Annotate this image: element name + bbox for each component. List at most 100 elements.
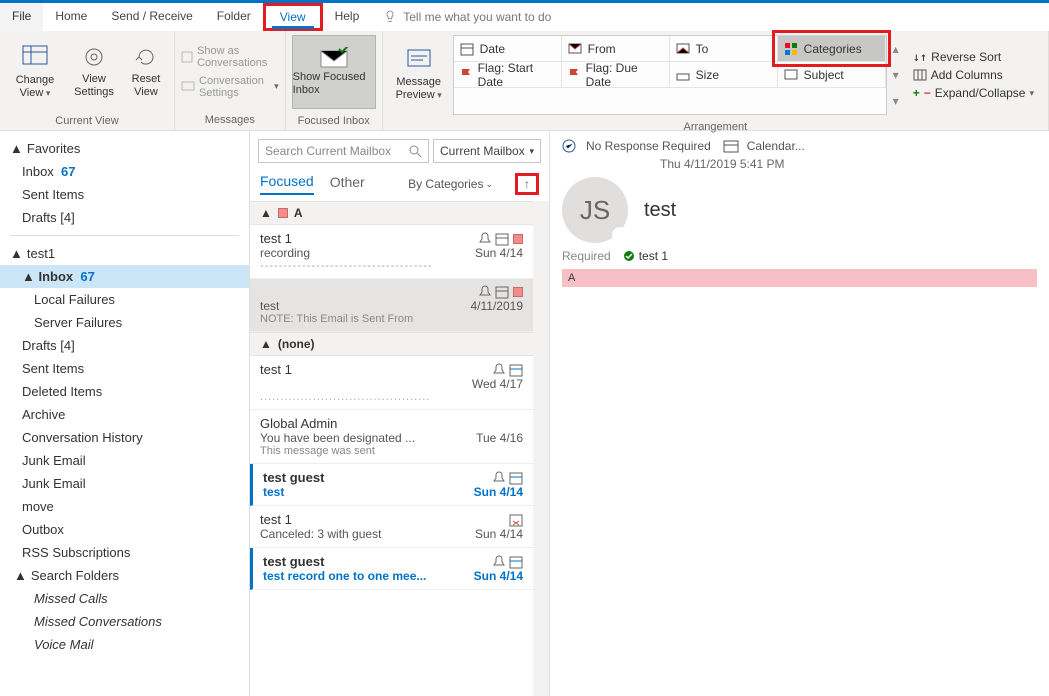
tab-other[interactable]: Other xyxy=(330,174,365,194)
arrange-by-to[interactable]: To xyxy=(670,36,778,62)
account-header[interactable]: ▲ test1 xyxy=(0,242,249,265)
arrange-by-size[interactable]: Size xyxy=(670,62,778,88)
nav-local-failures[interactable]: Local Failures xyxy=(0,288,249,311)
add-columns-button[interactable]: Add Columns xyxy=(913,68,1034,82)
menu-view[interactable]: View xyxy=(272,8,314,29)
ribbon-group-focused-inbox: Show Focused Inbox Focused Inbox xyxy=(286,31,383,130)
message-datetime: Thu 4/11/2019 5:41 PM xyxy=(660,157,1037,171)
arrange-by-flag-due[interactable]: Flag: Due Date xyxy=(562,62,670,88)
tab-focused[interactable]: Focused xyxy=(260,173,314,195)
menu-send-receive[interactable]: Send / Receive xyxy=(99,3,204,31)
ribbon-group-current-view: Change View View Settings Reset View Cur… xyxy=(0,31,175,130)
search-icon xyxy=(408,144,422,158)
nav-archive[interactable]: Archive xyxy=(0,403,249,426)
no-response-icon xyxy=(562,139,578,153)
menu-file[interactable]: File xyxy=(0,3,43,31)
check-circle-icon xyxy=(623,250,635,262)
arrange-by-categories[interactable]: Categories xyxy=(778,36,886,62)
message-list[interactable]: ▲ Atest 1recordingSun 4/14--------------… xyxy=(250,201,533,696)
highlight-view-tab: View xyxy=(263,3,323,31)
nav-favorite-sent[interactable]: Sent Items xyxy=(0,183,249,206)
menu-help[interactable]: Help xyxy=(323,3,372,31)
ribbon-group-messages: Show as Conversations Conversation Setti… xyxy=(175,31,286,130)
message-item[interactable]: Global AdminYou have been designated ...… xyxy=(250,410,533,464)
nav-conversation-history[interactable]: Conversation History xyxy=(0,426,249,449)
nav-server-failures[interactable]: Server Failures xyxy=(0,311,249,334)
settings-icon xyxy=(82,45,106,69)
sort-direction-button[interactable]: ↑ xyxy=(524,177,530,191)
nav-missed-calls[interactable]: Missed Calls xyxy=(0,587,249,610)
message-preview-button[interactable]: Message Preview xyxy=(389,38,449,112)
view-settings-button[interactable]: View Settings xyxy=(68,35,120,109)
date-icon xyxy=(460,42,474,56)
conv-settings-icon xyxy=(181,81,195,93)
nav-favorite-inbox[interactable]: Inbox 67 xyxy=(0,160,249,183)
arrange-by-date[interactable]: Date xyxy=(454,36,562,62)
favorites-header[interactable]: ▲ Favorites xyxy=(0,137,249,160)
folder-nav: ▲ Favorites Inbox 67 Sent Items Drafts [… xyxy=(0,131,250,696)
message-item[interactable]: test 1Canceled: 3 with guestSun 4/14 xyxy=(250,506,533,548)
reading-pane: No Response Required Calendar... Thu 4/1… xyxy=(550,131,1049,696)
menubar: File Home Send / Receive Folder View Hel… xyxy=(0,3,1049,31)
nav-outbox[interactable]: Outbox xyxy=(0,518,249,541)
message-item[interactable]: test4/11/2019NOTE: This Email is Sent Fr… xyxy=(250,279,533,332)
search-input[interactable]: Search Current Mailbox xyxy=(258,139,429,163)
sort-by-dropdown[interactable]: By Categories ⌄ xyxy=(408,177,493,191)
calendar-link[interactable]: Calendar... xyxy=(747,139,805,153)
category-group-header[interactable]: ▲ (none) xyxy=(250,332,533,356)
arrange-by-flag-start[interactable]: Flag: Start Date xyxy=(454,62,562,88)
nav-sent-items[interactable]: Sent Items xyxy=(0,357,249,380)
menu-folder[interactable]: Folder xyxy=(205,3,263,31)
search-folders-header[interactable]: ▲ Search Folders xyxy=(0,564,249,587)
arrange-by-subject[interactable]: Subject xyxy=(778,62,886,88)
size-icon xyxy=(676,69,690,81)
content-area: ▲ Favorites Inbox 67 Sent Items Drafts [… xyxy=(0,131,1049,696)
expand-collapse-button[interactable]: +− Expand/Collapse xyxy=(913,86,1034,100)
message-list-scrollbar[interactable] xyxy=(533,201,549,696)
message-item[interactable]: test 1Wed 4/17..........................… xyxy=(250,356,533,410)
nav-junk-email-2[interactable]: Junk Email xyxy=(0,472,249,495)
nav-move[interactable]: move xyxy=(0,495,249,518)
message-item[interactable]: test 1recordingSun 4/14-----------------… xyxy=(250,225,533,279)
conversation-settings-button: Conversation Settings xyxy=(181,75,279,99)
tell-me-search[interactable]: Tell me what you want to do xyxy=(371,3,563,31)
required-attendee[interactable]: test 1 xyxy=(623,249,668,263)
flag-icon xyxy=(568,68,580,82)
columns-icon xyxy=(913,69,927,81)
reverse-sort-button[interactable]: ↓↑Reverse Sort xyxy=(913,50,1034,64)
nav-favorite-drafts[interactable]: Drafts [4] xyxy=(0,206,249,229)
nav-drafts[interactable]: Drafts [4] xyxy=(0,334,249,357)
group-label-focused: Focused Inbox xyxy=(286,113,382,131)
message-item[interactable]: test guesttest record one to one mee...S… xyxy=(250,548,533,590)
gallery-scroll[interactable]: ▴▾▾ xyxy=(891,36,901,114)
lightbulb-icon xyxy=(383,10,397,24)
nav-missed-conversations[interactable]: Missed Conversations xyxy=(0,610,249,633)
nav-rss[interactable]: RSS Subscriptions xyxy=(0,541,249,564)
reset-view-button[interactable]: Reset View xyxy=(124,35,168,109)
search-scope-dropdown[interactable]: Current Mailbox▾ xyxy=(433,139,541,163)
arrange-by-from[interactable]: From xyxy=(562,36,670,62)
required-label: Required xyxy=(562,249,611,263)
ribbon: Change View View Settings Reset View Cur… xyxy=(0,31,1049,131)
show-focused-inbox-button[interactable]: Show Focused Inbox xyxy=(292,35,376,109)
category-group-header[interactable]: ▲ A xyxy=(250,201,533,225)
nav-inbox[interactable]: ▲ Inbox 67 xyxy=(0,265,249,288)
categories-icon xyxy=(784,42,798,56)
nav-deleted-items[interactable]: Deleted Items xyxy=(0,380,249,403)
no-response-label: No Response Required xyxy=(586,139,711,153)
from-icon xyxy=(568,43,582,55)
arrangement-gallery[interactable]: Date From To Categories Flag: Start Date… xyxy=(453,35,887,115)
to-icon xyxy=(676,43,690,55)
message-item[interactable]: test guesttestSun 4/14 xyxy=(250,464,533,506)
subject-icon xyxy=(784,69,798,81)
change-view-button[interactable]: Change View xyxy=(6,35,64,109)
presence-indicator xyxy=(612,227,628,243)
highlight-sort-direction: ↑ xyxy=(515,173,539,195)
menu-home[interactable]: Home xyxy=(43,3,99,31)
nav-voice-mail[interactable]: Voice Mail xyxy=(0,633,249,656)
group-label-current-view: Current View xyxy=(0,113,174,131)
category-bar[interactable]: A xyxy=(562,269,1037,287)
sender-avatar[interactable]: JS xyxy=(562,177,628,243)
nav-junk-email-1[interactable]: Junk Email xyxy=(0,449,249,472)
show-conversations-checkbox: Show as Conversations xyxy=(181,45,279,69)
